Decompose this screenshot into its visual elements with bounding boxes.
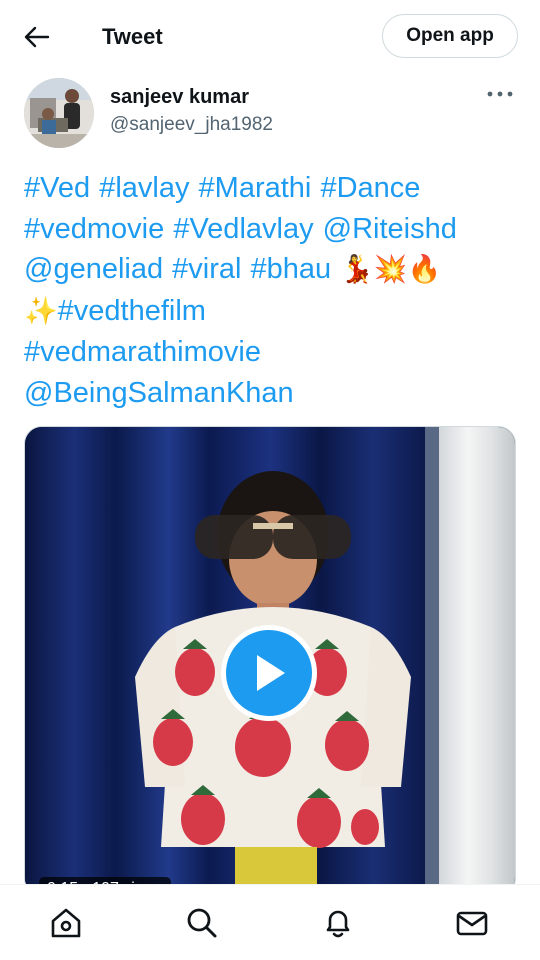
top-bar: Tweet Open app: [0, 0, 540, 74]
hashtag-link[interactable]: #Marathi: [199, 172, 312, 204]
hashtag-link[interactable]: #Vedlavlay: [173, 213, 313, 245]
nav-search[interactable]: [184, 905, 220, 941]
tweet-line: ✨#vedthefilm: [24, 291, 520, 333]
author-handle[interactable]: @sanjeev_jha1982: [110, 114, 273, 136]
video-player[interactable]: 0:15 107 views: [24, 426, 516, 896]
tweet-text: #Ved #lavlay #Marathi #Dance #vedmovie #…: [24, 168, 520, 413]
nav-messages[interactable]: [454, 905, 490, 941]
nav-home[interactable]: [48, 905, 84, 941]
hashtag-link[interactable]: #lavlay: [99, 172, 189, 204]
arrow-left-icon: [24, 26, 50, 48]
hashtag-link[interactable]: #Ved: [24, 172, 90, 204]
fire-emoji: 🔥: [407, 254, 442, 285]
play-button[interactable]: [221, 625, 317, 721]
tweet-line: @BeingSalmanKhan: [24, 373, 520, 414]
bottom-navigation: [0, 884, 540, 960]
tweet-line: #vedmarathimovie: [24, 332, 520, 373]
back-button[interactable]: [22, 22, 52, 52]
play-icon: [257, 655, 285, 691]
nav-notifications[interactable]: [320, 905, 356, 941]
more-button[interactable]: [484, 82, 516, 106]
tweet-line: @geneliad #viral #bhau 💃💥🔥: [24, 249, 520, 291]
tweet-line: #Ved #lavlay #Marathi #Dance: [24, 168, 520, 209]
dancer-emoji: 💃: [340, 254, 374, 285]
hashtag-link[interactable]: #bhau: [251, 253, 332, 285]
mention-link[interactable]: @Riteishd: [323, 213, 457, 245]
page-title: Tweet: [102, 24, 163, 49]
mention-link[interactable]: @BeingSalmanKhan: [24, 377, 294, 409]
hashtag-link[interactable]: #vedmovie: [24, 213, 164, 245]
avatar[interactable]: [24, 78, 94, 148]
collision-emoji: 💥: [373, 254, 408, 285]
sparkles-emoji: ✨: [24, 295, 58, 327]
more-horizontal-icon: [487, 91, 513, 97]
search-icon: [187, 908, 217, 938]
bell-icon: [326, 910, 350, 938]
tweet-author: sanjeev kumar @sanjeev_jha1982: [24, 78, 516, 150]
hashtag-link[interactable]: #Dance: [320, 172, 420, 204]
author-name[interactable]: sanjeev kumar: [110, 86, 249, 109]
hashtag-link[interactable]: #vedthefilm: [58, 295, 206, 327]
hashtag-link[interactable]: #vedmarathimovie: [24, 336, 261, 368]
mail-icon: [456, 911, 488, 936]
tweet-line: #vedmovie #Vedlavlay @Riteishd: [24, 209, 520, 250]
home-icon: [51, 908, 81, 938]
hashtag-link[interactable]: #viral: [172, 253, 241, 285]
open-app-button[interactable]: Open app: [382, 14, 518, 58]
avatar-image: [24, 78, 94, 148]
mention-link[interactable]: @geneliad: [24, 253, 163, 285]
